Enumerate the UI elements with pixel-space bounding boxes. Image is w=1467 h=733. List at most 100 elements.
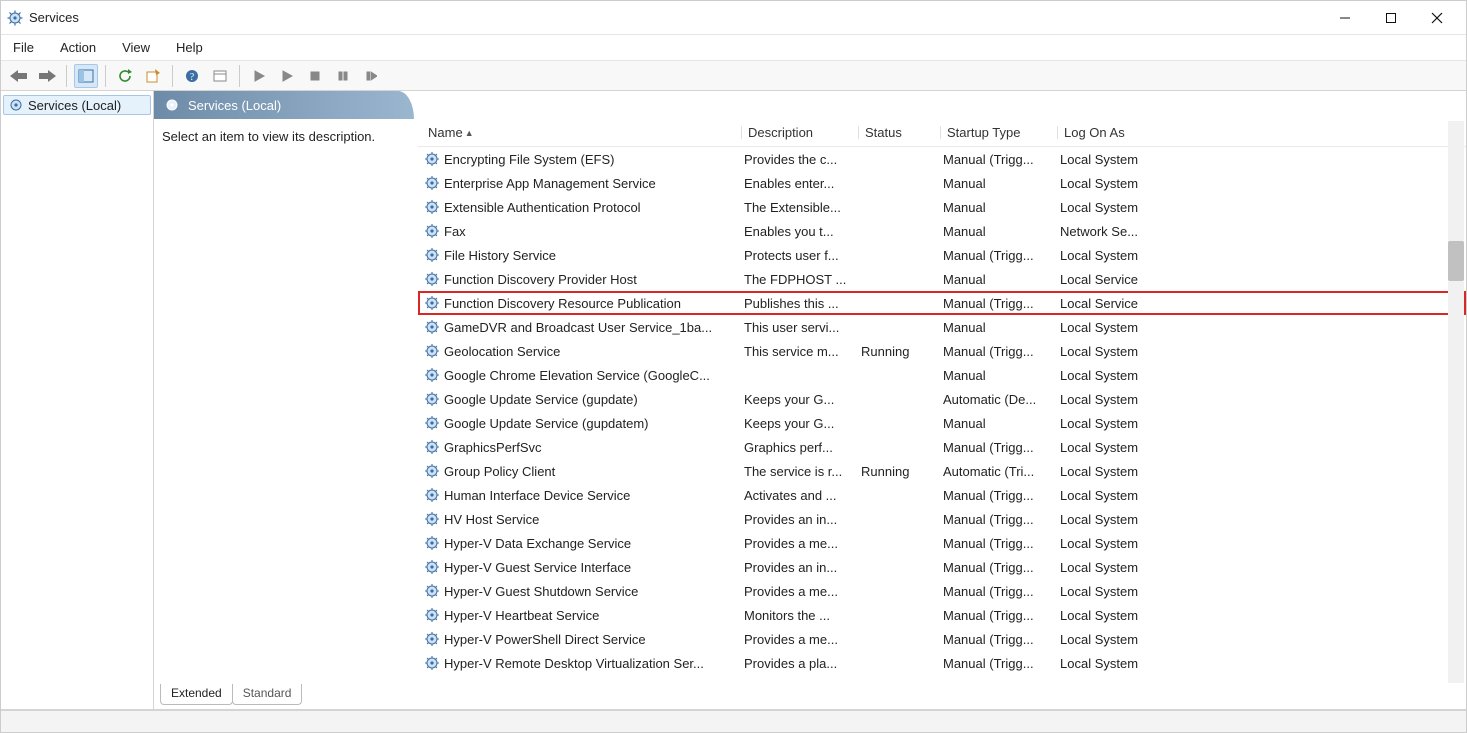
- service-name: Group Policy Client: [444, 464, 555, 479]
- nav-forward-button[interactable]: [35, 64, 59, 88]
- service-row[interactable]: Google Chrome Elevation Service (GoogleC…: [418, 363, 1466, 387]
- service-row[interactable]: Hyper-V Data Exchange ServiceProvides a …: [418, 531, 1466, 555]
- show-hide-console-tree-button[interactable]: [74, 64, 98, 88]
- service-name-cell: GraphicsPerfSvc: [418, 437, 738, 457]
- refresh-button[interactable]: [113, 64, 137, 88]
- start-service-button-2[interactable]: [275, 64, 299, 88]
- service-startup: Manual (Trigg...: [937, 654, 1054, 673]
- window-controls: [1322, 3, 1460, 33]
- menu-action[interactable]: Action: [54, 38, 102, 57]
- tree-item-services-local[interactable]: Services (Local): [3, 95, 151, 115]
- minimize-button[interactable]: [1322, 3, 1368, 33]
- content: Select an item to view its description. …: [154, 119, 1466, 685]
- menu-file[interactable]: File: [7, 38, 40, 57]
- service-name: Google Update Service (gupdate): [444, 392, 638, 407]
- menu-help[interactable]: Help: [170, 38, 209, 57]
- service-name-cell: Hyper-V Data Exchange Service: [418, 533, 738, 553]
- col-status[interactable]: Status: [859, 123, 941, 142]
- service-row[interactable]: Human Interface Device ServiceActivates …: [418, 483, 1466, 507]
- service-name: GameDVR and Broadcast User Service_1ba..…: [444, 320, 712, 335]
- service-row[interactable]: Hyper-V Guest Service Interface Provides …: [418, 555, 1466, 579]
- service-row[interactable]: Google Update Service (gupdate)Keeps you…: [418, 387, 1466, 411]
- service-name: GraphicsPerfSvc: [444, 440, 542, 455]
- service-row[interactable]: GraphicsPerfSvcGraphics perf...Manual (T…: [418, 435, 1466, 459]
- service-name: Hyper-V Guest Shutdown Service: [444, 584, 638, 599]
- gear-icon: [424, 535, 440, 551]
- service-row[interactable]: Encrypting File System (EFS)Provides the…: [418, 147, 1466, 171]
- service-row[interactable]: File History ServiceProtects user f...Ma…: [418, 243, 1466, 267]
- service-name: Hyper-V Heartbeat Service: [444, 608, 599, 623]
- service-startup: Manual: [937, 198, 1054, 217]
- service-logon: Local System: [1054, 414, 1466, 433]
- service-row[interactable]: GameDVR and Broadcast User Service_1ba..…: [418, 315, 1466, 339]
- service-startup: Manual: [937, 318, 1054, 337]
- service-logon: Local System: [1054, 390, 1466, 409]
- menu-view[interactable]: View: [116, 38, 156, 57]
- service-row[interactable]: HV Host ServiceProvides an in...Manual (…: [418, 507, 1466, 531]
- service-row[interactable]: Hyper-V Guest Shutdown ServiceProvides a…: [418, 579, 1466, 603]
- sort-indicator-icon: ▲: [465, 128, 474, 138]
- start-service-button[interactable]: [247, 64, 271, 88]
- service-logon: Local Service: [1054, 294, 1466, 313]
- gear-icon: [164, 97, 180, 113]
- nav-back-button[interactable]: [7, 64, 31, 88]
- service-description: Provides the c...: [738, 150, 855, 169]
- service-status: Running: [855, 462, 937, 481]
- service-row[interactable]: Group Policy ClientThe service is r...Ru…: [418, 459, 1466, 483]
- service-status: [855, 229, 937, 233]
- service-logon: Local System: [1054, 198, 1466, 217]
- toolbar-separator: [105, 65, 106, 87]
- gear-icon: [424, 151, 440, 167]
- pause-service-button[interactable]: [331, 64, 355, 88]
- service-startup: Manual (Trigg...: [937, 558, 1054, 577]
- service-logon: Local System: [1054, 318, 1466, 337]
- export-list-button[interactable]: [141, 64, 165, 88]
- help-button[interactable]: ?: [180, 64, 204, 88]
- service-row[interactable]: Enterprise App Management ServiceEnables…: [418, 171, 1466, 195]
- service-startup: Manual (Trigg...: [937, 606, 1054, 625]
- console-tree[interactable]: Services (Local): [1, 91, 154, 709]
- tab-extended[interactable]: Extended: [160, 684, 233, 705]
- service-startup: Manual (Trigg...: [937, 294, 1054, 313]
- toolbar-separator: [172, 65, 173, 87]
- service-logon: Local System: [1054, 630, 1466, 649]
- col-logon[interactable]: Log On As: [1058, 123, 1462, 142]
- service-startup: Manual: [937, 414, 1054, 433]
- service-row[interactable]: Hyper-V Remote Desktop Virtualization Se…: [418, 651, 1466, 675]
- service-description: The Extensible...: [738, 198, 855, 217]
- service-name: Hyper-V Guest Service Interface: [444, 560, 631, 575]
- tab-standard[interactable]: Standard: [232, 684, 303, 705]
- vertical-scrollbar[interactable]: [1448, 121, 1464, 683]
- service-row[interactable]: Hyper-V Heartbeat ServiceMonitors the ..…: [418, 603, 1466, 627]
- maximize-button[interactable]: [1368, 3, 1414, 33]
- service-row[interactable]: FaxEnables you t...ManualNetwork Se...: [418, 219, 1466, 243]
- service-row[interactable]: Function Discovery Provider HostThe FDPH…: [418, 267, 1466, 291]
- service-description: Keeps your G...: [738, 414, 855, 433]
- service-name-cell: HV Host Service: [418, 509, 738, 529]
- service-name: Hyper-V Data Exchange Service: [444, 536, 631, 551]
- service-row[interactable]: Function Discovery Resource Publication P…: [418, 291, 1466, 315]
- service-name: Function Discovery Resource Publication: [444, 296, 681, 311]
- service-row[interactable]: Google Update Service (gupdatem)Keeps yo…: [418, 411, 1466, 435]
- service-row[interactable]: Hyper-V PowerShell Direct ServiceProvide…: [418, 627, 1466, 651]
- properties-button[interactable]: [208, 64, 232, 88]
- service-row[interactable]: Geolocation ServiceThis service m...Runn…: [418, 339, 1466, 363]
- gear-icon: [424, 655, 440, 671]
- restart-service-button[interactable]: [359, 64, 383, 88]
- col-description[interactable]: Description: [742, 123, 859, 142]
- close-button[interactable]: [1414, 3, 1460, 33]
- gear-icon: [424, 199, 440, 215]
- service-description: Provides an in...: [738, 558, 855, 577]
- description-placeholder: Select an item to view its description.: [162, 129, 375, 144]
- column-headers: Name▲ Description Status Startup Type Lo…: [418, 119, 1466, 147]
- service-logon: Local System: [1054, 150, 1466, 169]
- col-startup[interactable]: Startup Type: [941, 123, 1058, 142]
- gear-icon: [424, 367, 440, 383]
- service-startup: Manual: [937, 174, 1054, 193]
- service-description: Publishes this ...: [738, 294, 855, 313]
- rows-container[interactable]: Encrypting File System (EFS)Provides the…: [418, 147, 1466, 685]
- col-name[interactable]: Name▲: [422, 123, 742, 142]
- stop-service-button[interactable]: [303, 64, 327, 88]
- service-name-cell: Fax: [418, 221, 738, 241]
- service-row[interactable]: Extensible Authentication ProtocolThe Ex…: [418, 195, 1466, 219]
